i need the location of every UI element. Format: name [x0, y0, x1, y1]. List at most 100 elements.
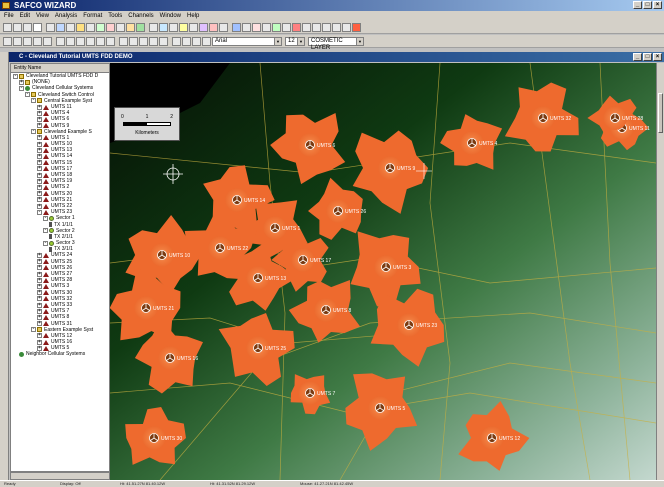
toolbar-button-icon[interactable] — [312, 22, 321, 32]
expand-icon[interactable]: + — [37, 296, 42, 302]
toolbar-button-icon[interactable] — [189, 22, 198, 32]
entity-tree[interactable]: Entity Name - Cleveland Tutorial UMTS FDD… — [10, 63, 110, 472]
collapse-icon[interactable]: - — [13, 73, 18, 79]
toolbar-button-icon[interactable] — [139, 36, 148, 46]
toolbar-button-icon[interactable] — [76, 22, 85, 32]
expand-icon[interactable]: + — [37, 135, 42, 141]
menu-format[interactable]: Format — [83, 13, 102, 19]
expand-icon[interactable]: + — [37, 265, 42, 271]
expand-icon[interactable]: + — [37, 345, 42, 351]
expand-icon[interactable]: + — [37, 271, 42, 277]
collapse-icon[interactable]: - — [31, 327, 36, 333]
menu-window[interactable]: Window — [160, 13, 181, 19]
toolbar-button-icon[interactable] — [66, 36, 75, 46]
toolbar-button-icon[interactable] — [322, 22, 331, 32]
toolbar-button-icon[interactable] — [116, 22, 125, 32]
toolbar-button-icon[interactable] — [3, 22, 12, 32]
menu-tools[interactable]: Tools — [108, 13, 122, 19]
toolbar-button-icon[interactable] — [149, 22, 158, 32]
toolbar-button-icon[interactable] — [43, 36, 52, 46]
menu-edit[interactable]: Edit — [20, 13, 30, 19]
toolbar-button-icon[interactable] — [56, 36, 65, 46]
toolbar-button-icon[interactable] — [262, 22, 271, 32]
minimize-icon[interactable]: _ — [633, 1, 642, 9]
coverage-map[interactable]: UMTS 32 UMTS 11 UMTS 4 UMTS 6 UMTS 9 UMTS 14 U… — [110, 63, 656, 480]
restore-icon[interactable]: □ — [643, 53, 652, 61]
collapse-icon[interactable]: - — [37, 209, 42, 215]
collapse-icon[interactable]: - — [31, 98, 36, 104]
toolbar-button-icon[interactable] — [23, 22, 32, 32]
expand-icon[interactable]: + — [37, 110, 42, 116]
toolbar-button-icon[interactable] — [23, 36, 32, 46]
expand-icon[interactable]: + — [37, 308, 42, 314]
toolbar-button-icon[interactable] — [232, 22, 241, 32]
collapse-icon[interactable]: - — [43, 240, 48, 246]
toolbar-button-icon[interactable] — [3, 36, 12, 46]
toolbar-button-icon[interactable] — [272, 22, 281, 32]
toolbar-button-icon[interactable] — [119, 36, 128, 46]
toolbar-button-icon[interactable] — [33, 36, 42, 46]
menu-analysis[interactable]: Analysis — [55, 13, 77, 19]
toolbar-button-icon[interactable] — [96, 36, 105, 46]
toolbar-button-icon[interactable] — [209, 22, 218, 32]
font-select[interactable]: Arial ▼ — [212, 36, 282, 46]
minimize-icon[interactable]: _ — [633, 53, 642, 61]
toolbar-button-icon[interactable] — [342, 22, 351, 32]
toolbar-button-icon[interactable] — [76, 36, 85, 46]
collapse-icon[interactable]: - — [43, 228, 48, 234]
toolbar-button-icon[interactable] — [136, 22, 145, 32]
menu-help[interactable]: Help — [187, 13, 199, 19]
toolbar-button-icon[interactable] — [13, 36, 22, 46]
expand-icon[interactable]: + — [37, 339, 42, 345]
toolbar-button-icon[interactable] — [252, 22, 261, 32]
toolbar-button-icon[interactable] — [192, 36, 201, 46]
toolbar-button-icon[interactable] — [352, 22, 361, 32]
toolbar-button-icon[interactable] — [86, 36, 95, 46]
toolbar-button-icon[interactable] — [66, 22, 75, 32]
toolbar-button-icon[interactable] — [242, 22, 251, 32]
toolbar-button-icon[interactable] — [332, 22, 341, 32]
close-icon[interactable]: × — [653, 1, 662, 9]
toolbar-button-icon[interactable] — [129, 36, 138, 46]
expand-icon[interactable]: + — [37, 197, 42, 203]
toolbar-button-icon[interactable] — [13, 22, 22, 32]
coverage-map-canvas[interactable]: UMTS 32UMTS 11UMTS 4UMTS 6UMTS 9UMTS 14U… — [110, 63, 656, 480]
toolbar-button-icon[interactable] — [33, 22, 42, 32]
menu-file[interactable]: File — [4, 13, 14, 19]
expand-icon[interactable]: + — [37, 141, 42, 147]
collapse-icon[interactable]: - — [19, 85, 24, 91]
scrollbar-thumb[interactable] — [658, 93, 663, 133]
maximize-icon[interactable]: □ — [643, 1, 652, 9]
expand-icon[interactable]: + — [37, 321, 42, 327]
tree-header[interactable]: Entity Name — [11, 64, 109, 73]
layer-select[interactable]: COSMETIC LAYER ▼ — [308, 36, 364, 51]
toolbar-button-icon[interactable] — [302, 22, 311, 32]
toolbar-button-icon[interactable] — [169, 22, 178, 32]
map-vertical-scrollbar[interactable] — [656, 63, 664, 480]
toolbar-button-icon[interactable] — [106, 22, 115, 32]
expand-icon[interactable]: + — [37, 333, 42, 339]
expand-icon[interactable]: + — [37, 302, 42, 308]
menu-view[interactable]: View — [36, 13, 49, 19]
toolbar-button-icon[interactable] — [172, 36, 181, 46]
toolbar-button-icon[interactable] — [219, 22, 228, 32]
expand-icon[interactable]: + — [37, 166, 42, 172]
toolbar-button-icon[interactable] — [182, 36, 191, 46]
toolbar-button-icon[interactable] — [106, 36, 115, 46]
toolbar-button-icon[interactable] — [86, 22, 95, 32]
toolbar-button-icon[interactable] — [282, 22, 291, 32]
expand-icon[interactable]: + — [37, 104, 42, 110]
collapse-icon[interactable]: - — [43, 215, 48, 221]
toolbar-button-icon[interactable] — [159, 22, 168, 32]
tree-item[interactable]: Neighbor Cellular Systems — [11, 351, 109, 357]
tree-horizontal-scrollbar[interactable] — [10, 472, 110, 480]
menu-channels[interactable]: Channels — [128, 13, 153, 19]
toolbar-button-icon[interactable] — [149, 36, 158, 46]
toolbar-button-icon[interactable] — [56, 22, 65, 32]
toolbar-button-icon[interactable] — [46, 22, 55, 32]
close-icon[interactable]: × — [653, 53, 662, 61]
toolbar-button-icon[interactable] — [126, 22, 135, 32]
font-size-select[interactable]: 12 ▼ — [285, 36, 305, 46]
toolbar-button-icon[interactable] — [199, 22, 208, 32]
toolbar-button-icon[interactable] — [179, 22, 188, 32]
